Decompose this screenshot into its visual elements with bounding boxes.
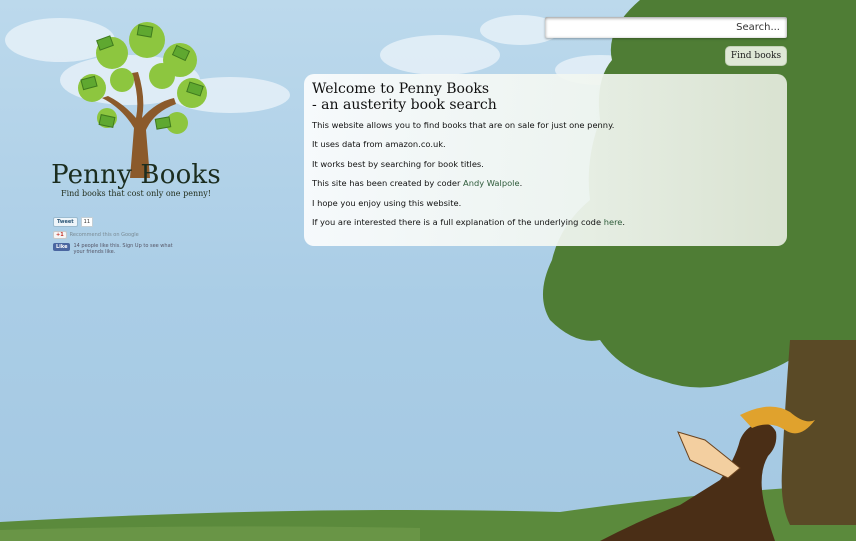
explanation-suffix: . [622,216,626,227]
tip-text: It works best by searching for book titl… [312,158,484,169]
author-link[interactable]: Andy Walpole [463,178,520,188]
search-input[interactable] [545,17,787,38]
logo-tree-icon [78,22,207,178]
creator-text: This site has been created by coder Andy… [312,179,779,188]
tweet-widget: Tweet 11 [53,217,94,227]
explanation-text: If you are interested there is a full ex… [312,216,779,227]
welcome-panel: Welcome to Penny Books - an austerity bo… [304,74,787,246]
google-plus-button[interactable]: +1 [53,231,67,239]
brand-block: Penny Books Find books that cost only on… [40,160,232,198]
enjoy-text: I hope you enjoy using this website. [312,197,462,208]
site-tagline: Find books that cost only one penny! [61,189,211,198]
facebook-like-button[interactable]: Like [53,243,71,251]
social-buttons: Tweet 11 +1 Recommend this on Google Lik… [53,217,173,255]
tweet-count: 11 [80,217,94,227]
google-plus-widget: +1 Recommend this on Google [53,231,173,239]
google-plus-text: Recommend this on Google [69,232,139,238]
find-books-button[interactable]: Find books [725,46,787,66]
intro-text: This website allows you to find books th… [312,120,615,130]
tweet-button[interactable]: Tweet [53,217,78,227]
facebook-like-widget: Like 14 people like this. Sign Up to see… [53,243,173,255]
site-title: Penny Books [51,160,221,190]
welcome-heading: Welcome to Penny Books - an austerity bo… [312,81,779,113]
data-source-text: It uses data from amazon.co.uk. [312,139,446,150]
creator-prefix: This site has been created by coder [312,178,464,189]
explanation-prefix: If you are interested there is a full ex… [312,216,604,227]
welcome-heading-line1: Welcome to Penny Books [312,81,490,97]
explanation-link[interactable]: here [604,217,623,227]
facebook-like-text: 14 people like this. Sign Up to see what… [73,243,173,255]
creator-suffix: . [519,178,523,189]
welcome-heading-line2: - an austerity book search [312,97,497,113]
